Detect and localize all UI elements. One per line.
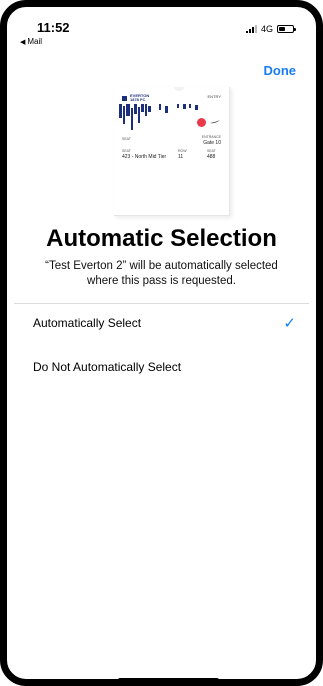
pass-row-value: 11 bbox=[178, 154, 184, 160]
pass-preview: EVERTON 1878 FC ENTRY SEAT ENTRANCE Gate… bbox=[114, 87, 230, 216]
pass-barcode-graphic bbox=[119, 104, 198, 130]
pass-gate-value: Gate 10 bbox=[203, 140, 221, 146]
pass-seat-label: SEAT bbox=[122, 149, 131, 153]
option-label: Automatically Select bbox=[33, 316, 142, 330]
signal-icon bbox=[245, 25, 257, 33]
status-indicators: 4G bbox=[245, 24, 296, 34]
club-crest-icon bbox=[122, 95, 127, 101]
back-to-app-link[interactable]: ◀ Mail bbox=[20, 37, 42, 46]
battery-icon bbox=[277, 25, 296, 33]
back-app-label: Mail bbox=[27, 37, 43, 46]
page-title: Automatic Selection bbox=[46, 225, 277, 252]
back-arrow-icon: ◀ bbox=[20, 38, 26, 46]
option-label: Do Not Automatically Select bbox=[33, 360, 182, 374]
sponsor-badge-icon bbox=[197, 118, 206, 127]
home-indicator[interactable] bbox=[118, 678, 219, 679]
pass-seat-no-value: 488 bbox=[207, 154, 216, 160]
swoosh-icon bbox=[210, 120, 220, 124]
pass-label-left: SEAT bbox=[122, 137, 131, 141]
pass-brand-sub: 1878 FC bbox=[130, 97, 146, 102]
option-do-not-automatically-select[interactable]: Do Not Automatically Select bbox=[33, 357, 296, 377]
done-button[interactable]: Done bbox=[264, 63, 297, 78]
pass-seat-value: 423 - North Mid Tier bbox=[122, 154, 167, 160]
pass-logo: EVERTON 1878 FC bbox=[122, 94, 149, 102]
phone-frame: 11:52 ◀ Mail 4G Done EVERTON 1878 FC ENT… bbox=[0, 0, 323, 686]
checkmark-icon: ✓ bbox=[283, 314, 296, 332]
status-bar: 11:52 ◀ Mail 4G bbox=[7, 7, 316, 57]
option-automatically-select[interactable]: Automatically Select ✓ bbox=[33, 313, 296, 333]
pass-row-label: ROW bbox=[178, 149, 187, 153]
page-subtitle: “Test Everton 2” will be automatically s… bbox=[45, 260, 278, 287]
pass-gate-label: ENTRANCE bbox=[201, 135, 221, 139]
network-label: 4G bbox=[260, 24, 273, 34]
divider bbox=[14, 303, 309, 304]
pass-seat-no-label: SEAT bbox=[207, 149, 216, 153]
pass-top-right: ENTRY bbox=[207, 94, 221, 99]
status-time: 11:52 bbox=[37, 20, 70, 35]
